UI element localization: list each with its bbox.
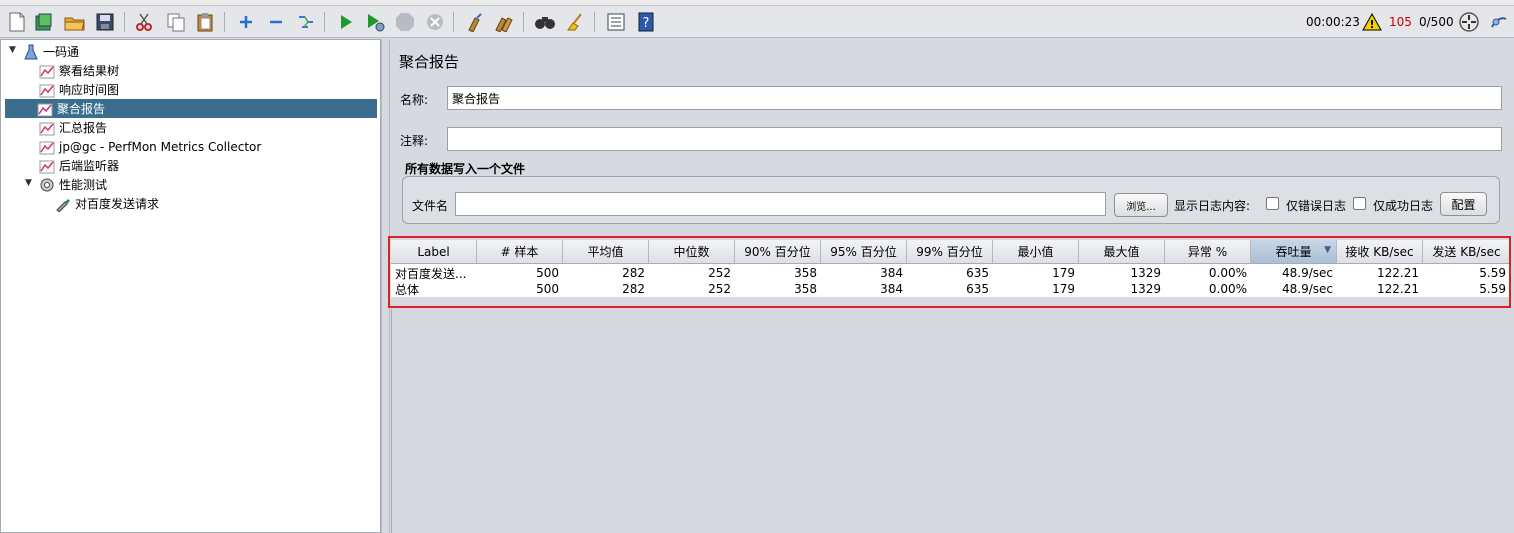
collapse-icon[interactable]	[264, 10, 288, 34]
shutdown-icon[interactable]	[423, 10, 447, 34]
clear-icon[interactable]	[463, 10, 487, 34]
svg-text:!: !	[1369, 18, 1374, 31]
tree-item-label: 聚合报告	[57, 102, 106, 116]
tree-item-label: 一码通	[43, 45, 80, 59]
graph-icon	[39, 120, 55, 136]
tree-item-label: 对百度发送请求	[75, 197, 160, 211]
paste-icon[interactable]	[193, 10, 217, 34]
table-empty-area	[391, 309, 1511, 533]
tree-item-label: 后端监听器	[59, 159, 120, 173]
start-no-pause-icon[interactable]	[363, 10, 387, 34]
templates-icon[interactable]	[32, 10, 56, 34]
test-plan-tree[interactable]: ▼ 一码通 察看结果树 响应时间图 聚合报告 汇总报告 jp@gc - Perf…	[0, 39, 381, 533]
expand-toggle-icon[interactable]: ▼	[9, 45, 16, 55]
filename-input[interactable]	[455, 192, 1106, 216]
toolbar: ? 00:00:23 ! 105 0/500	[0, 6, 1514, 38]
graph-icon	[37, 101, 53, 117]
new-icon[interactable]	[5, 10, 29, 34]
configure-button[interactable]: 配置	[1440, 192, 1487, 216]
warning-count[interactable]: 105	[1389, 6, 1412, 38]
errors-only-checkbox[interactable]	[1266, 197, 1279, 210]
tree-item-backend-listener[interactable]: 后端监听器	[39, 156, 119, 175]
tree-item-root[interactable]: 一码通	[23, 42, 79, 61]
comment-label: 注释:	[400, 134, 429, 148]
errors-only-label: 仅错误日志	[1286, 199, 1347, 213]
tree-item-thread-group[interactable]: 性能测试	[39, 175, 107, 194]
tree-item-view-results-tree[interactable]: 察看结果树	[39, 61, 119, 80]
copy-icon[interactable]	[164, 10, 188, 34]
remote-icon[interactable]	[1457, 10, 1481, 34]
start-icon[interactable]	[334, 10, 358, 34]
cut-icon[interactable]	[132, 10, 156, 34]
save-icon[interactable]	[93, 10, 117, 34]
tree-item-aggregate-report[interactable]: 聚合报告	[5, 99, 377, 118]
page-title: 聚合报告	[399, 53, 460, 71]
test-plan-icon	[23, 44, 39, 60]
tree-item-http-sampler[interactable]: 对百度发送请求	[55, 194, 159, 213]
success-only-checkbox[interactable]	[1353, 197, 1366, 210]
active-threads: 0/500	[1419, 15, 1454, 29]
browse-button[interactable]: 浏览...	[1114, 193, 1168, 217]
graph-icon	[39, 82, 55, 98]
graph-icon	[39, 63, 55, 79]
elapsed-timer: 00:00:23	[1306, 15, 1360, 29]
pipette-icon	[55, 196, 71, 212]
expand-toggle-icon[interactable]: ▼	[25, 178, 32, 188]
tree-item-label: jp@gc - PerfMon Metrics Collector	[59, 139, 262, 154]
expand-icon[interactable]	[234, 10, 258, 34]
toggle-icon[interactable]	[294, 10, 318, 34]
tree-item-summary-report[interactable]: 汇总报告	[39, 118, 107, 137]
help-icon[interactable]: ?	[634, 10, 658, 34]
clear-all-icon[interactable]	[493, 10, 517, 34]
name-label: 名称:	[400, 93, 429, 107]
function-helper-icon[interactable]	[604, 10, 628, 34]
aggregate-report-panel: 聚合报告 名称: 注释: 所有数据写入一个文件 文件名 浏览... 显示日志内容…	[388, 39, 1514, 533]
tree-item-label: 察看结果树	[59, 64, 120, 78]
gear-icon	[39, 177, 55, 193]
reset-search-icon[interactable]	[563, 10, 587, 34]
open-icon[interactable]	[63, 10, 87, 34]
highlight-box	[388, 236, 1511, 308]
stop-icon[interactable]	[393, 10, 417, 34]
tree-item-label: 响应时间图	[59, 83, 120, 97]
tree-item-label: 性能测试	[59, 178, 108, 192]
log-viewer-icon[interactable]	[1487, 10, 1511, 34]
comment-field[interactable]	[447, 127, 1502, 151]
tree-item-response-time-graph[interactable]: 响应时间图	[39, 80, 119, 99]
graph-icon	[39, 158, 55, 174]
tree-item-perfmon-collector[interactable]: jp@gc - PerfMon Metrics Collector	[39, 137, 261, 156]
file-group-title: 所有数据写入一个文件	[405, 162, 526, 176]
log-content-label: 显示日志内容:	[1174, 199, 1251, 213]
tree-item-label: 汇总报告	[59, 121, 108, 135]
warning-icon[interactable]: !	[1361, 10, 1383, 34]
graph-icon	[39, 139, 55, 155]
success-only-label: 仅成功日志	[1373, 199, 1434, 213]
jmeter-window: ? 00:00:23 ! 105 0/500 ▼ 一码通 察看结果树 响应时间图…	[0, 0, 1514, 533]
svg-text:?: ?	[643, 16, 650, 31]
name-field[interactable]	[447, 86, 1502, 110]
filename-label: 文件名	[412, 199, 449, 213]
search-icon[interactable]	[533, 10, 557, 34]
